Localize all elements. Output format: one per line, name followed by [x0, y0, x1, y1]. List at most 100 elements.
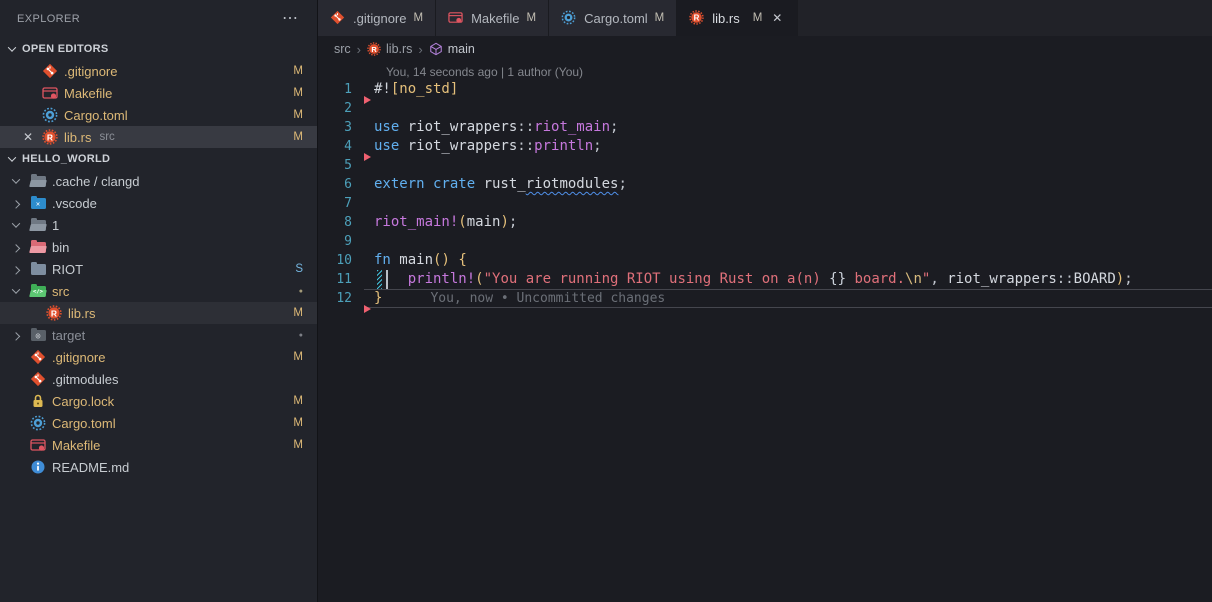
close-editor-icon[interactable]: ✕ — [20, 130, 36, 144]
code-line[interactable]: 4use riot_wrappers::println; — [318, 137, 1212, 156]
active-indent-guide — [386, 270, 388, 289]
tree-item-1[interactable]: 1 — [0, 214, 317, 236]
tree-item-cargo-lock[interactable]: Cargo.lock M — [0, 390, 317, 412]
modified-badge: M — [293, 131, 303, 143]
line-number[interactable]: 8 — [318, 213, 364, 232]
gutter-deleted-indicator[interactable] — [364, 305, 371, 313]
tab-cargo-toml[interactable]: Cargo.toml M — [549, 0, 677, 36]
gitlens-authors-lens[interactable]: You, 14 seconds ago | 1 author (You) — [318, 62, 1212, 79]
makefile-icon — [42, 85, 58, 101]
line-number[interactable]: 10 — [318, 251, 364, 270]
tree-item-cache-clangd[interactable]: .cache / clangd — [0, 170, 317, 192]
breadcrumb-librs[interactable]: R lib.rs — [367, 42, 412, 56]
chevron-right-icon[interactable] — [8, 261, 24, 277]
chevron-down-icon[interactable] — [8, 283, 24, 299]
open-editor-librs[interactable]: ✕ R lib.rs src M — [0, 126, 317, 148]
more-actions-icon[interactable]: ⋯ — [282, 14, 299, 24]
chevron-right-icon[interactable] — [8, 195, 24, 211]
tab-librs[interactable]: R lib.rs M ✕ — [677, 0, 798, 36]
code-line-text: riot_main!(main); — [364, 213, 1212, 232]
target-folder-icon: ◎ — [30, 327, 46, 343]
tab-makefile[interactable]: Makefile M — [436, 0, 549, 36]
code-token: main — [467, 214, 501, 230]
breadcrumb-src[interactable]: src — [334, 42, 351, 56]
open-editor-gitignore[interactable]: .gitignore M — [0, 60, 317, 82]
code-line-text: println!("You are running RIOT using Rus… — [364, 270, 1212, 289]
tree-item-librs[interactable]: R lib.rs M — [0, 302, 317, 324]
code-line[interactable]: 8riot_main!(main); — [318, 213, 1212, 232]
file-label: Cargo.toml — [52, 416, 116, 431]
code-line[interactable]: 7 — [318, 194, 1212, 213]
rust-icon: R — [367, 42, 381, 56]
line-number[interactable]: 3 — [318, 118, 364, 137]
close-tab-icon[interactable]: ✕ — [769, 11, 785, 25]
gutter-modified-indicator[interactable] — [377, 270, 382, 289]
code-line[interactable]: 6extern crate rust_riotmodules; — [318, 175, 1212, 194]
rust-icon: R — [46, 305, 62, 321]
breadcrumb-main-symbol[interactable]: main — [429, 42, 475, 56]
chevron-separator-icon: › — [418, 42, 422, 57]
open-editor-cargo-toml[interactable]: Cargo.toml M — [0, 104, 317, 126]
code-token: use — [374, 138, 408, 154]
code-token: riot_main — [534, 119, 610, 135]
code-line[interactable]: 2 — [318, 99, 1212, 118]
code-line-text: use riot_wrappers::riot_main; — [364, 118, 1212, 137]
line-number[interactable]: 2 — [318, 99, 364, 118]
modified-badge: M — [293, 307, 303, 319]
tab-gitignore[interactable]: .gitignore M — [318, 0, 436, 36]
code-line[interactable]: 10fn main() { — [318, 251, 1212, 270]
file-label: .gitignore — [52, 350, 105, 365]
code-editor[interactable]: You, 14 seconds ago | 1 author (You) 1#!… — [318, 62, 1212, 602]
chevron-down-icon[interactable] — [8, 217, 24, 233]
workspace-root[interactable]: HELLO_WORLD — [0, 148, 317, 170]
code-token: } — [374, 290, 382, 306]
open-editor-makefile[interactable]: Makefile M — [0, 82, 317, 104]
line-number[interactable]: 9 — [318, 232, 364, 251]
line-number[interactable]: 12 — [318, 289, 364, 308]
chevron-right-icon[interactable] — [8, 239, 24, 255]
line-number[interactable]: 5 — [318, 156, 364, 175]
folder-open-icon — [30, 173, 46, 189]
vscode-folder-icon: ✕ — [30, 195, 46, 211]
tree-item-target[interactable]: ◎ target ● — [0, 324, 317, 346]
line-number[interactable]: 4 — [318, 137, 364, 156]
chevron-down-icon[interactable] — [8, 173, 24, 189]
code-line[interactable]: 11 println!("You are running RIOT using … — [318, 270, 1212, 289]
folder-label: bin — [52, 240, 69, 255]
code-token: ( — [458, 214, 466, 230]
gutter-deleted-indicator[interactable] — [364, 153, 371, 161]
gutter-deleted-indicator[interactable] — [364, 96, 371, 104]
code-line[interactable]: 9 — [318, 232, 1212, 251]
tree-item-src[interactable]: </> src ● — [0, 280, 317, 302]
line-number[interactable]: 7 — [318, 194, 364, 213]
code-line[interactable]: 3use riot_wrappers::riot_main; — [318, 118, 1212, 137]
line-number[interactable]: 11 — [318, 270, 364, 289]
code-line[interactable]: 12}You, now • Uncommitted changes — [318, 289, 1212, 308]
chevron-down-icon[interactable] — [4, 41, 20, 57]
open-editors-header[interactable]: OPEN EDITORS — [0, 38, 317, 60]
tree-item-bin[interactable]: bin — [0, 236, 317, 258]
code-token: rust_ — [484, 176, 526, 192]
chevron-right-icon[interactable] — [8, 327, 24, 343]
code-token: ( — [475, 271, 483, 287]
chevron-down-icon[interactable] — [4, 151, 20, 167]
tree-item-vscode[interactable]: ✕ .vscode — [0, 192, 317, 214]
code-token: :: — [517, 138, 534, 154]
code-line[interactable]: 5 — [318, 156, 1212, 175]
makefile-icon — [30, 437, 46, 453]
tree-item-gitignore[interactable]: .gitignore M — [0, 346, 317, 368]
submodule-badge: S — [295, 263, 303, 275]
line-number[interactable]: 1 — [318, 80, 364, 99]
line-number[interactable]: 6 — [318, 175, 364, 194]
modified-badge: M — [293, 65, 303, 77]
tree-item-makefile[interactable]: Makefile M — [0, 434, 317, 456]
code-line[interactable]: 1#![no_std] — [318, 80, 1212, 99]
tree-item-gitmodules[interactable]: .gitmodules — [0, 368, 317, 390]
modified-badge: M — [293, 395, 303, 407]
open-editors-label: OPEN EDITORS — [22, 43, 109, 55]
folder-label: RIOT — [52, 262, 83, 277]
tree-item-riot[interactable]: RIOT S — [0, 258, 317, 280]
tree-item-cargo-toml[interactable]: Cargo.toml M — [0, 412, 317, 434]
code-token: [no_std] — [391, 81, 458, 97]
tree-item-readme[interactable]: README.md — [0, 456, 317, 478]
